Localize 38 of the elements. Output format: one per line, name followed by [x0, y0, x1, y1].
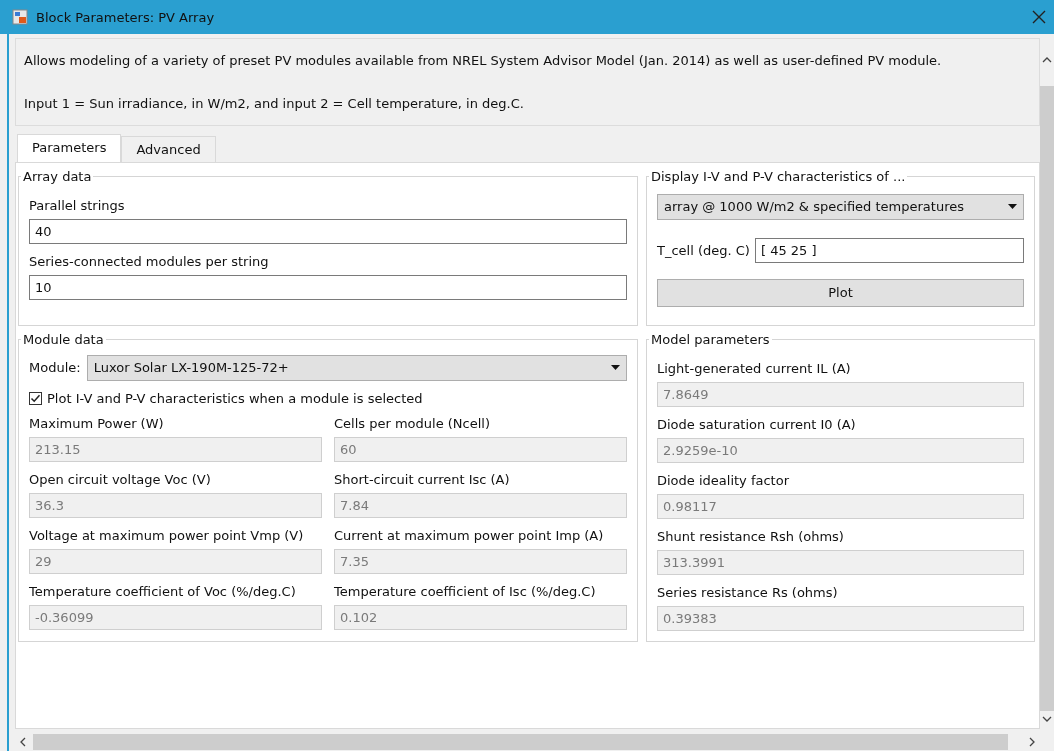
field-label: Temperature coefficient of Isc (%/deg.C)	[334, 583, 597, 599]
field-label: Diode ideality factor	[657, 472, 791, 488]
checkbox[interactable]	[29, 391, 42, 405]
input-field[interactable]: [ 45 25 ]	[754, 237, 1024, 263]
description-text: Input 1 = Sun irradiance, in W/m2, and input 2 = Cell temperature, in deg.C.	[24, 95, 525, 111]
group-title: Array data	[22, 168, 93, 184]
group-title: Display I-V and P-V characteristics of ...	[650, 168, 907, 184]
field-label: Short-circuit current Isc (A)	[334, 471, 511, 487]
field-label: Series resistance Rs (ohms)	[657, 584, 839, 600]
description-text: Allows modeling of a variety of preset PV modules available from NREL System Advisor Model (Jan. 2014) as well as user-defined PV module.	[24, 52, 943, 68]
field-label: T_cell (deg. C)	[657, 242, 750, 258]
field-label: Shunt resistance Rsh (ohms)	[657, 528, 845, 544]
checkbox-label[interactable]: Plot I-V and P-V characteristics when a module is selected	[47, 390, 423, 406]
field-label: Diode saturation current I0 (A)	[657, 416, 857, 432]
caret-icon	[611, 365, 620, 371]
group-title: Module data	[22, 331, 105, 347]
field-label: Voltage at maximum power point Vmp (V)	[29, 527, 305, 543]
field-label: Series-connected modules per string	[29, 253, 270, 269]
field-label: Temperature coefficient of Voc (%/deg.C)	[29, 583, 297, 599]
field-label: Light-generated current IL (A)	[657, 360, 852, 376]
field-label: Parallel strings	[29, 197, 126, 213]
field-label: Cells per module (Ncell)	[334, 415, 492, 431]
tab[interactable]: Parameters	[17, 133, 122, 162]
field-label: Open circuit voltage Voc (V)	[29, 471, 212, 487]
input-field[interactable]: 40	[29, 218, 627, 244]
group-title: Model parameters	[650, 331, 771, 347]
field-label: Maximum Power (W)	[29, 415, 165, 431]
field-label: Module:	[29, 360, 81, 376]
field-label: Current at maximum power point Imp (A)	[334, 527, 605, 543]
tab[interactable]: Advanced	[121, 135, 216, 162]
plot-button[interactable]: Plot	[657, 278, 1024, 307]
block-icon	[12, 9, 28, 25]
window-title: Block Parameters: PV Array	[36, 9, 216, 25]
dropdown[interactable]: Luxor Solar LX-190M-125-72+	[86, 354, 627, 381]
close-icon[interactable]	[1032, 10, 1046, 24]
input-field[interactable]: 10	[29, 274, 627, 300]
dropdown[interactable]: array @ 1000 W/m2 & specified temperatures	[657, 193, 1024, 220]
caret-icon	[1008, 204, 1017, 210]
